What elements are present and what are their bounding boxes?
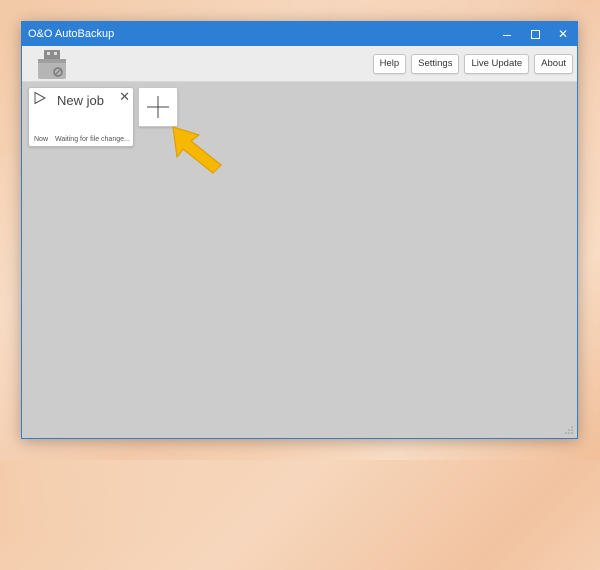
window-controls: ✕ [493, 22, 577, 46]
minimize-button[interactable] [493, 22, 521, 46]
close-window-button[interactable]: ✕ [549, 22, 577, 46]
app-window: O&O AutoBackup ✕ Help Settings Live Upda… [21, 21, 578, 439]
plus-icon [147, 96, 169, 118]
job-status: Waiting for file change... [55, 136, 130, 143]
maximize-icon [530, 29, 540, 39]
minimize-icon [503, 34, 511, 36]
resize-grip-icon[interactable] [564, 425, 574, 435]
play-icon[interactable] [33, 91, 47, 105]
settings-button[interactable]: Settings [411, 54, 460, 74]
add-job-button[interactable] [138, 87, 178, 127]
remove-job-icon[interactable]: ✕ [119, 90, 130, 104]
toolbar: Help Settings Live Update About [22, 46, 577, 82]
job-title: New job [57, 93, 104, 108]
toolbar-buttons: Help Settings Live Update About [372, 54, 573, 74]
jobs-workspace: New job ✕ Now Waiting for file change... [22, 81, 577, 438]
usb-drive-logo-icon [38, 50, 66, 79]
about-button[interactable]: About [534, 54, 573, 74]
title-bar[interactable]: O&O AutoBackup ✕ [22, 22, 577, 46]
job-card[interactable]: New job ✕ Now Waiting for file change... [28, 87, 134, 147]
close-window-icon: ✕ [557, 27, 569, 41]
job-time: Now [34, 136, 49, 143]
live-update-button[interactable]: Live Update [464, 54, 530, 74]
window-title: O&O AutoBackup [28, 28, 115, 40]
help-button[interactable]: Help [372, 54, 407, 74]
maximize-button[interactable] [521, 22, 549, 46]
pointer-arrow-icon [172, 126, 222, 174]
